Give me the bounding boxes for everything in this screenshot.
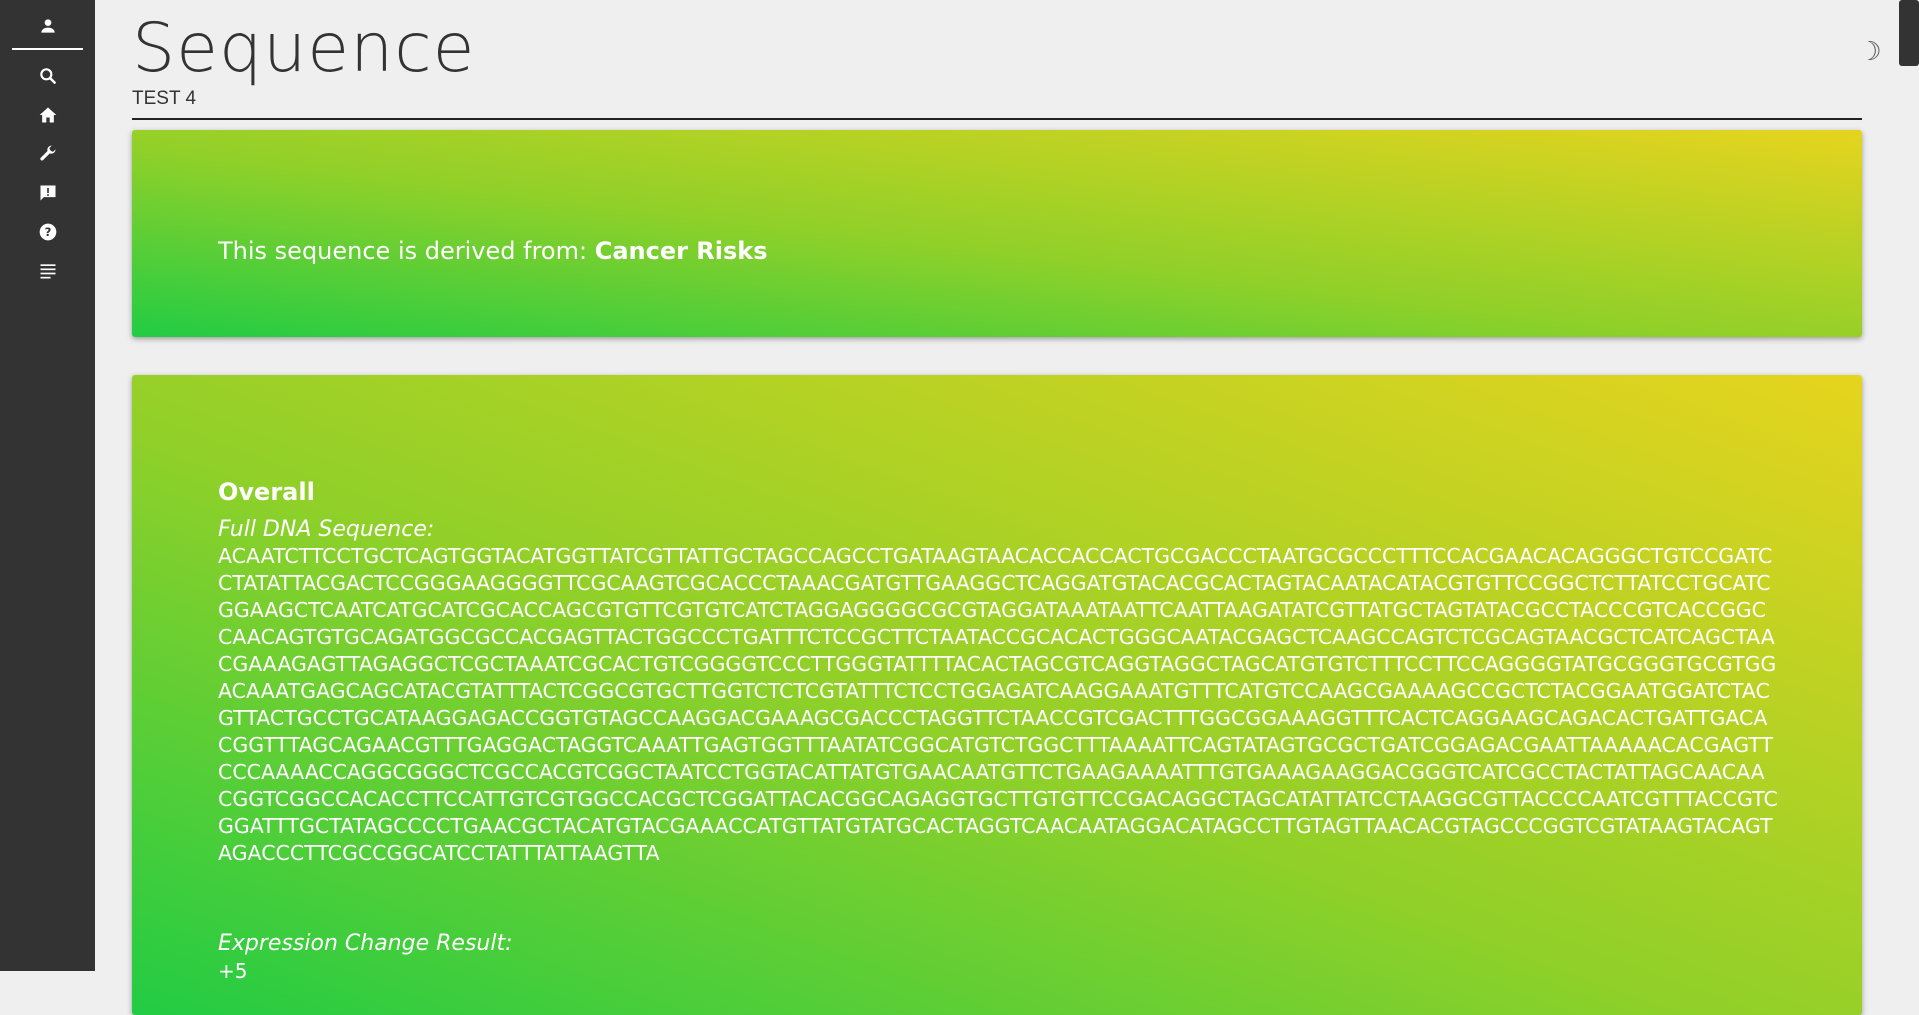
sidebar-item-tools[interactable] [0, 140, 95, 172]
help-icon: ? [38, 222, 58, 246]
derived-source-card: This sequence is derived from: Cancer Ri… [132, 130, 1862, 337]
svg-text:?: ? [44, 225, 51, 239]
sidebar-item-account[interactable] [0, 12, 95, 44]
sidebar-item-search[interactable] [0, 62, 95, 94]
expression-change-value: +5 [218, 959, 248, 983]
sidebar-item-notes[interactable] [0, 257, 95, 289]
overall-card: Overall Full DNA Sequence: ACAATCTTCCTGC… [132, 375, 1862, 1015]
home-icon [38, 105, 58, 129]
sidebar-divider [12, 48, 83, 50]
sidebar-item-home[interactable] [0, 101, 95, 133]
derived-prefix: This sequence is derived from: [218, 237, 588, 265]
feedback-icon [38, 183, 58, 207]
derived-source-text: This sequence is derived from: Cancer Ri… [218, 237, 768, 265]
scrollbar-thumb[interactable] [1899, 0, 1919, 66]
header-divider [132, 118, 1862, 120]
dna-sequence-label: Full DNA Sequence: [218, 517, 435, 542]
search-icon [38, 66, 58, 90]
notes-icon [38, 261, 58, 285]
theme-toggle-moon-icon[interactable]: ☽ [1850, 34, 1890, 70]
derived-source-link[interactable]: Cancer Risks [595, 237, 768, 265]
dna-sequence-text: ACAATCTTCCTGCTCAGTGGTACATGGTTATCGTTATTGC… [218, 544, 1778, 865]
overall-heading: Overall [218, 478, 315, 506]
sidebar-item-help[interactable]: ? [0, 218, 95, 250]
wrench-icon [38, 144, 58, 168]
expression-change-label: Expression Change Result: [218, 931, 513, 956]
page-title: Sequence [132, 9, 476, 88]
person-icon [38, 16, 58, 40]
page-subtitle: TEST 4 [132, 88, 197, 109]
sidebar: ? [0, 0, 95, 971]
sidebar-item-feedback[interactable] [0, 179, 95, 211]
